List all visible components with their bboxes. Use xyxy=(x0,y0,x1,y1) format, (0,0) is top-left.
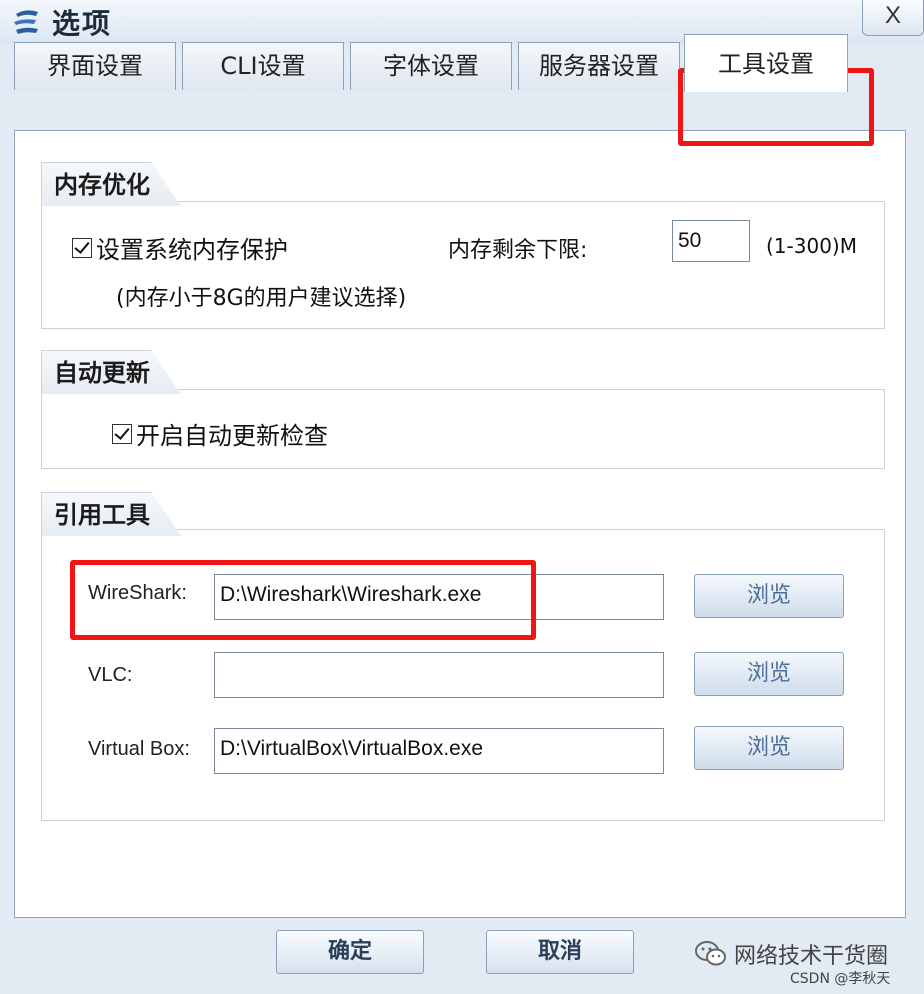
watermark-sub: CSDN @李秋天 xyxy=(790,971,891,987)
memory-group: 内存优化 设置系统内存保护 (内存小于8G的用户建议选择) 内存剩余下限: 50… xyxy=(41,201,885,329)
close-button[interactable]: X xyxy=(862,0,924,36)
checkbox-label: 开启自动更新检查 xyxy=(136,422,328,450)
wechat-icon xyxy=(694,940,728,968)
tab-cli[interactable]: CLI设置 xyxy=(182,42,344,90)
checkbox-checked xyxy=(72,237,92,258)
memory-limit-input[interactable]: 50 xyxy=(672,220,750,262)
memory-hint: (内存小于8G的用户建议选择) xyxy=(116,286,407,311)
tab-label: 字体设置 xyxy=(383,52,479,80)
virtualbox-path-input[interactable]: D:\VirtualBox\VirtualBox.exe xyxy=(214,728,664,774)
vlc-label: VLC: xyxy=(88,664,133,686)
wireshark-browse-button[interactable]: 浏览 xyxy=(694,574,844,618)
virtualbox-label: Virtual Box: xyxy=(88,738,190,760)
tab-label: 工具设置 xyxy=(718,50,814,78)
update-group: 自动更新 开启自动更新检查 xyxy=(41,389,885,469)
vlc-browse-button[interactable]: 浏览 xyxy=(694,652,844,696)
checkbox-checked xyxy=(112,423,132,444)
vlc-path-input[interactable] xyxy=(214,652,664,698)
highlight-box-wireshark xyxy=(70,560,536,640)
watermark: 网络技术干货圈 xyxy=(694,938,888,970)
auto-update-checkbox[interactable]: 开启自动更新检查 xyxy=(112,416,328,451)
virtualbox-browse-button[interactable]: 浏览 xyxy=(694,726,844,770)
tools-legend: 引用工具 xyxy=(41,492,181,536)
watermark-text: 网络技术干货圈 xyxy=(734,944,889,969)
tab-panel: 内存优化 设置系统内存保护 (内存小于8G的用户建议选择) 内存剩余下限: 50… xyxy=(14,130,906,918)
memory-protect-checkbox[interactable]: 设置系统内存保护 xyxy=(72,230,288,265)
memory-limit-range: (1-300)M xyxy=(766,234,857,258)
tab-label: 界面设置 xyxy=(47,52,143,80)
tab-interface[interactable]: 界面设置 xyxy=(14,42,176,90)
app-icon xyxy=(10,6,42,38)
memory-limit-label: 内存剩余下限: xyxy=(448,238,588,263)
memory-legend: 内存优化 xyxy=(41,162,181,206)
tab-server[interactable]: 服务器设置 xyxy=(518,42,680,90)
update-legend: 自动更新 xyxy=(41,350,181,394)
tab-label: CLI设置 xyxy=(220,52,306,80)
ok-button[interactable]: 确定 xyxy=(276,930,424,974)
tab-label: 服务器设置 xyxy=(539,52,659,80)
checkbox-label: 设置系统内存保护 xyxy=(96,236,288,264)
tab-tools[interactable]: 工具设置 xyxy=(684,34,848,92)
window-title: 选项 xyxy=(52,7,113,40)
cancel-button[interactable]: 取消 xyxy=(486,930,634,974)
tab-font[interactable]: 字体设置 xyxy=(350,42,512,90)
